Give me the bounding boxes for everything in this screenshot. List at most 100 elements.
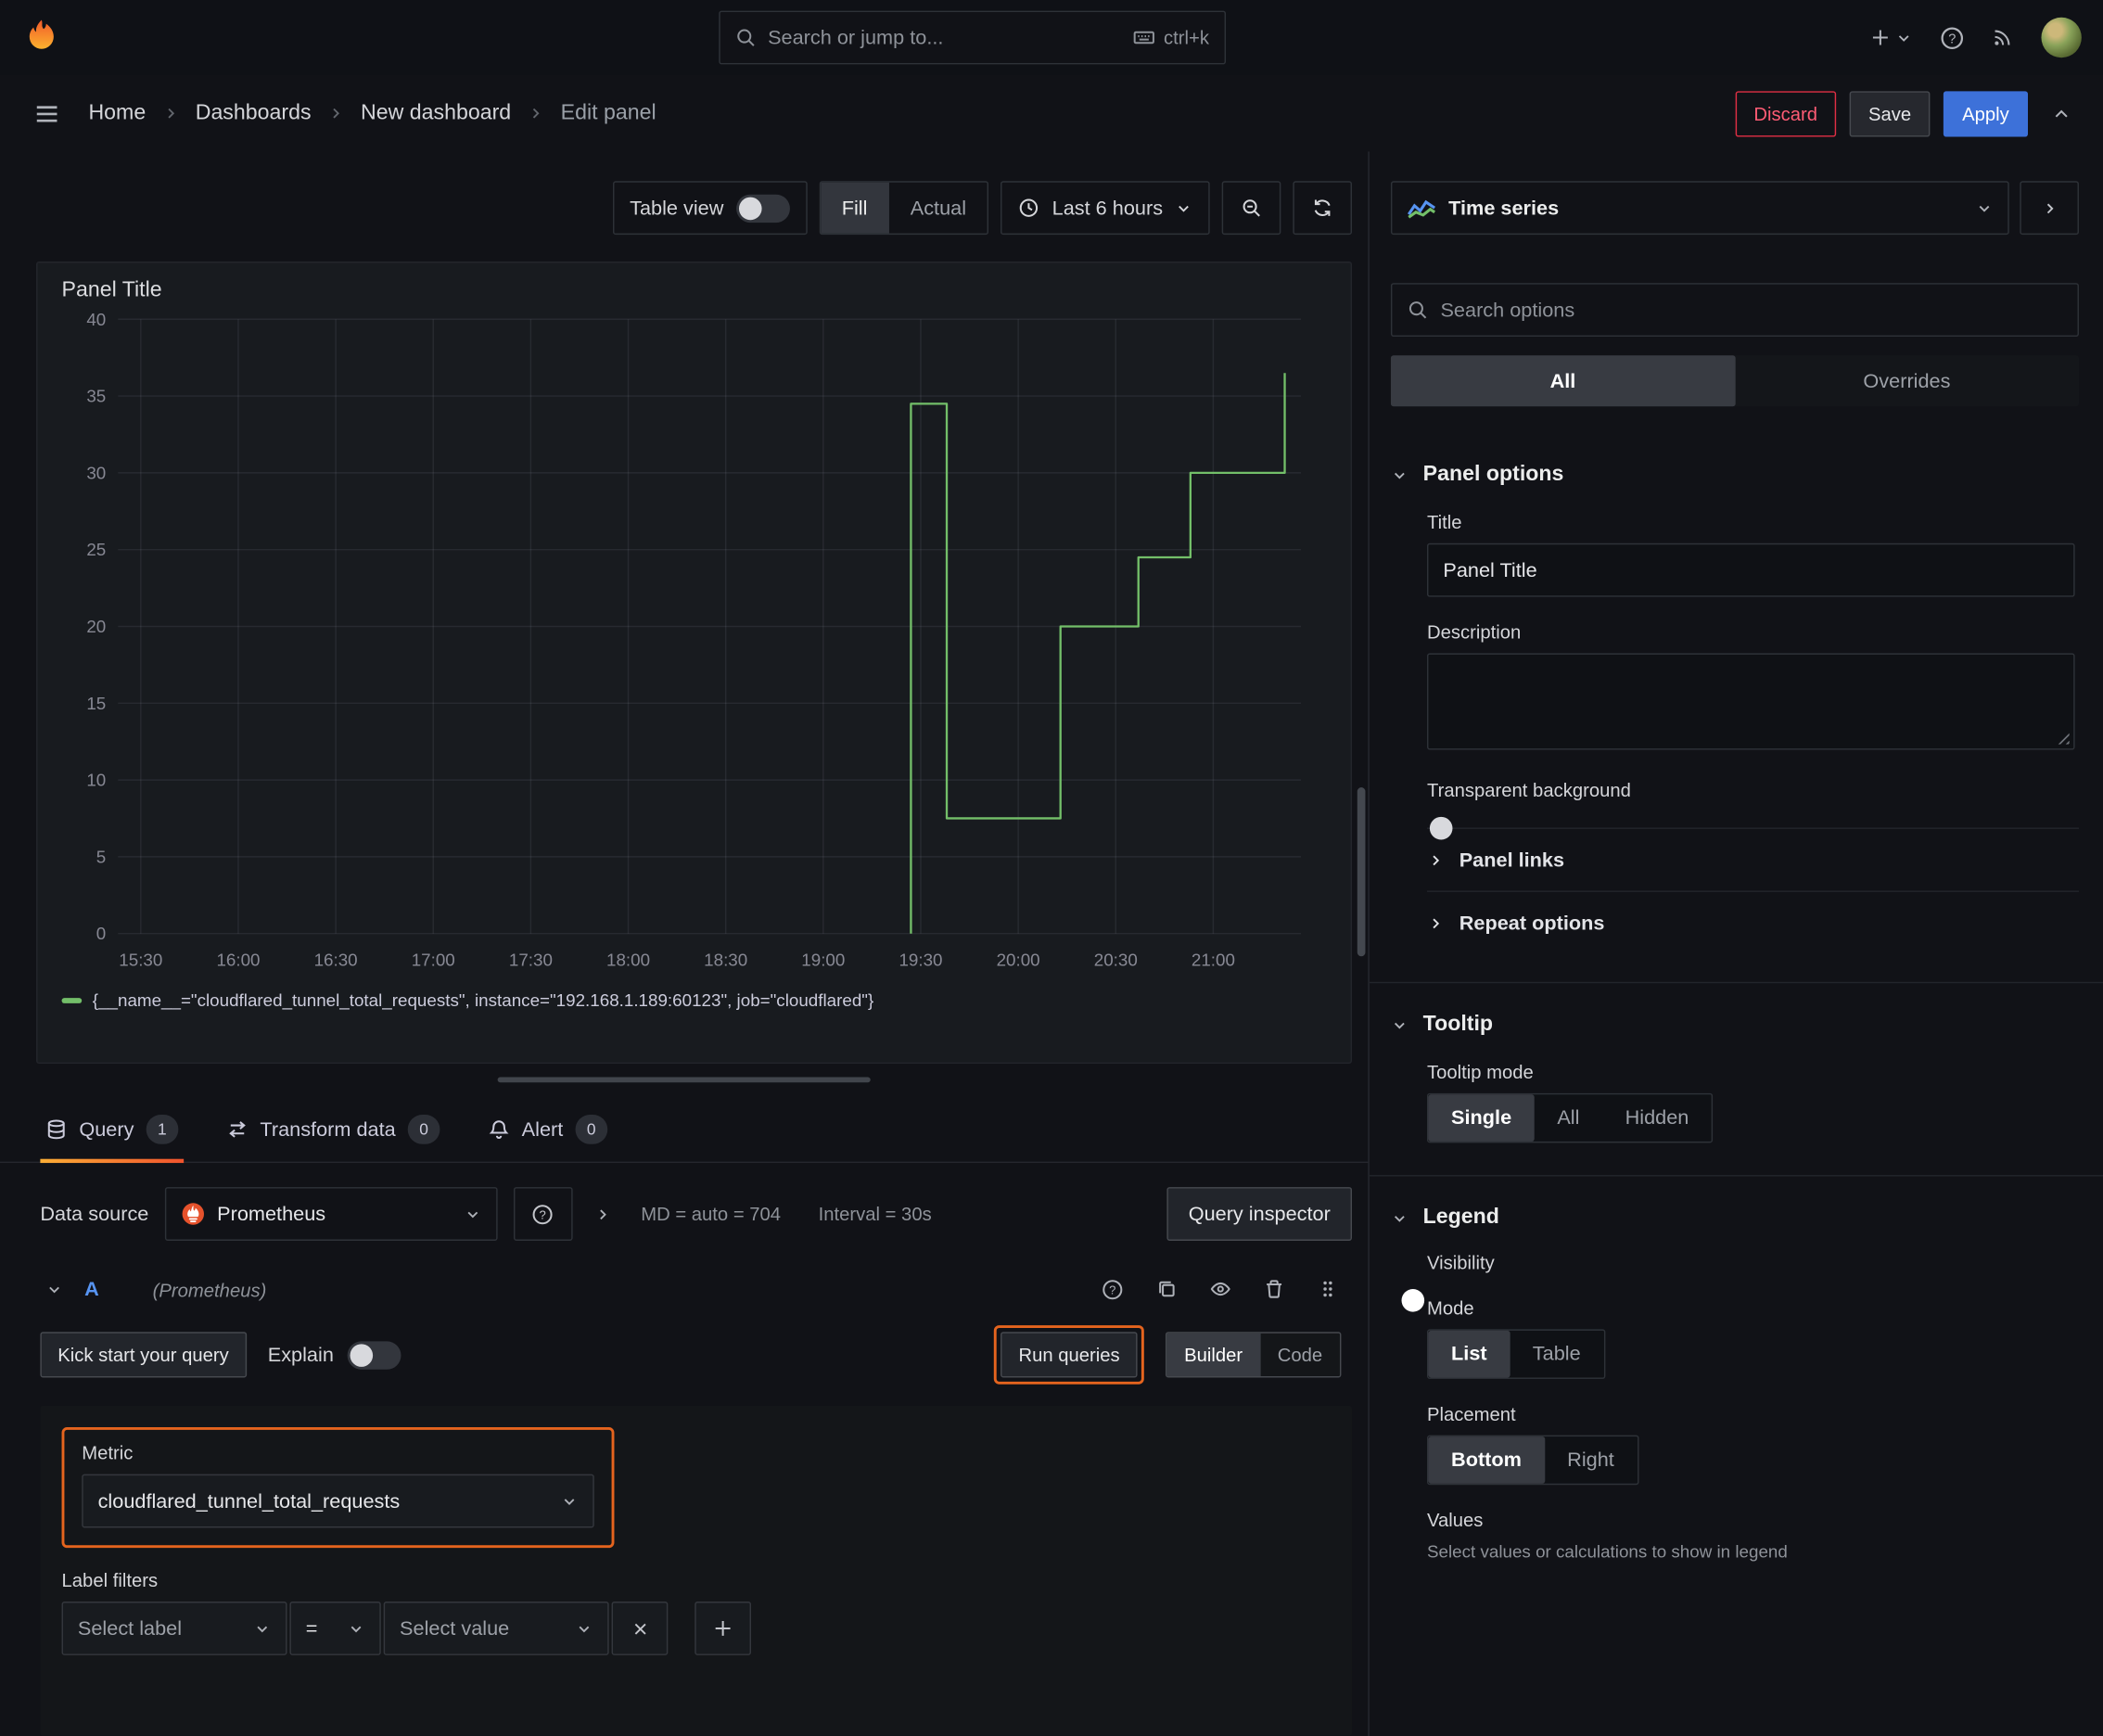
legend-placement-field: Placement Bottom Right — [1426, 1403, 2079, 1486]
chevron-right-icon — [1433, 918, 1440, 929]
question-circle-icon: ? — [533, 1204, 554, 1224]
chevron-down-icon — [1898, 34, 1909, 42]
tab-transform[interactable]: Transform data 0 — [221, 1099, 445, 1162]
actual-option[interactable]: Actual — [889, 183, 988, 234]
hide-query-button[interactable] — [1207, 1276, 1234, 1304]
query-ref-id[interactable]: A — [84, 1278, 99, 1301]
duplicate-query-button[interactable] — [1153, 1276, 1180, 1304]
pane-resize-handle[interactable] — [497, 1077, 871, 1083]
max-data-points-stat: MD = auto = 704 — [641, 1203, 782, 1225]
operator-value: = — [305, 1616, 318, 1640]
tab-alert[interactable]: Alert 0 — [483, 1099, 613, 1162]
section-legend[interactable]: Legend — [1391, 1206, 2079, 1230]
panel-links-section[interactable]: Panel links — [1426, 829, 2079, 892]
legend-mode-table[interactable]: Table — [1510, 1331, 1603, 1378]
query-options-expander[interactable] — [589, 1200, 617, 1228]
operator-select[interactable]: = — [289, 1602, 381, 1655]
legend-values-help: Select values or calculations to show in… — [1426, 1540, 1788, 1562]
options-tab-all[interactable]: All — [1390, 355, 1735, 407]
datasource-help-button[interactable]: ? — [513, 1187, 573, 1241]
menu-toggle-button[interactable] — [24, 91, 70, 136]
svg-text:17:00: 17:00 — [412, 950, 455, 969]
tooltip-mode-label: Tooltip mode — [1426, 1061, 1534, 1083]
fill-option[interactable]: Fill — [820, 182, 889, 234]
query-help-button[interactable]: ? — [1099, 1276, 1127, 1304]
repeat-options-label: Repeat options — [1459, 912, 1605, 936]
svg-text:16:00: 16:00 — [216, 950, 260, 969]
legend-placement-bottom[interactable]: Bottom — [1428, 1436, 1545, 1484]
tooltip-mode-hidden[interactable]: Hidden — [1602, 1094, 1712, 1142]
apply-button[interactable]: Apply — [1943, 90, 2028, 136]
zoom-out-button[interactable] — [1221, 181, 1281, 236]
grafana-logo[interactable] — [21, 18, 83, 57]
collapse-header-button[interactable] — [2041, 94, 2081, 134]
query-row-collapse-button[interactable] — [40, 1276, 68, 1304]
run-queries-button[interactable]: Run queries — [1001, 1332, 1138, 1378]
section-divider — [1369, 981, 2103, 984]
svg-text:0: 0 — [96, 924, 106, 943]
refresh-icon — [1314, 199, 1331, 216]
section-panel-options[interactable]: Panel options — [1391, 463, 2079, 487]
add-new-button[interactable] — [1860, 18, 1922, 57]
discard-button[interactable]: Discard — [1735, 90, 1837, 136]
breadcrumb-bar: Home Dashboards New dashboard Edit panel… — [0, 75, 2103, 151]
section-tooltip[interactable]: Tooltip — [1391, 1013, 2079, 1037]
visualization-picker[interactable]: Time series — [1390, 181, 2009, 236]
query-inspector-button[interactable]: Query inspector — [1166, 1187, 1352, 1241]
panel-links-label: Panel links — [1459, 848, 1565, 872]
breadcrumb-new-dashboard[interactable]: New dashboard — [361, 101, 511, 125]
breadcrumb-dashboards[interactable]: Dashboards — [196, 101, 312, 125]
panel-title-input[interactable] — [1426, 542, 2075, 597]
kick-start-button[interactable]: Kick start your query — [40, 1332, 247, 1378]
add-filter-button[interactable] — [695, 1602, 751, 1655]
user-avatar[interactable] — [2041, 17, 2082, 58]
refresh-button[interactable] — [1293, 181, 1352, 236]
chevron-down-icon — [576, 1620, 593, 1638]
options-search[interactable] — [1390, 283, 2079, 338]
builder-code-segmented: Builder Code — [1165, 1332, 1342, 1378]
breadcrumb-home[interactable]: Home — [88, 101, 146, 125]
table-view-toggle[interactable] — [735, 194, 790, 223]
time-series-chart[interactable]: 0 5 10 15 20 25 30 35 40 15:30 16:00 16:30 17:00 17:3… — [59, 309, 1315, 988]
panel-description-input[interactable] — [1426, 653, 2075, 750]
code-option[interactable]: Code — [1260, 1334, 1340, 1376]
transparent-bg-label: Transparent background — [1426, 779, 1631, 801]
options-search-input[interactable] — [1440, 298, 2063, 322]
run-queries-highlight: Run queries — [994, 1325, 1144, 1385]
drag-query-handle[interactable] — [1314, 1276, 1341, 1304]
legend-mode-list[interactable]: List — [1428, 1330, 1510, 1378]
tab-alert-count: 0 — [575, 1114, 608, 1144]
explain-toggle[interactable] — [347, 1340, 401, 1370]
section-panel-options-label: Panel options — [1422, 463, 1564, 486]
help-button[interactable]: ? — [1930, 16, 1974, 60]
tooltip-mode-all[interactable]: All — [1535, 1094, 1602, 1142]
options-tab-overrides[interactable]: Overrides — [1735, 355, 2079, 406]
svg-text:?: ? — [1948, 32, 1956, 46]
metric-select[interactable]: cloudflared_tunnel_total_requests — [82, 1474, 594, 1528]
collapse-options-button[interactable] — [2020, 181, 2079, 236]
builder-option[interactable]: Builder — [1166, 1333, 1260, 1377]
time-range-picker[interactable]: Last 6 hours — [1001, 181, 1210, 236]
visualization-row: Time series — [1390, 181, 2079, 236]
datasource-row: Data source Prometheus ? MD = auto = 704… — [40, 1187, 1352, 1241]
tooltip-mode-single[interactable]: Single — [1428, 1094, 1535, 1142]
tab-alert-label: Alert — [521, 1117, 564, 1142]
value-select[interactable]: Select value — [383, 1602, 609, 1655]
datasource-picker[interactable]: Prometheus — [164, 1187, 498, 1241]
query-row-header: A (Prometheus) ? — [40, 1276, 1352, 1304]
tab-query[interactable]: Query 1 — [40, 1099, 184, 1164]
keyboard-icon — [1133, 31, 1154, 45]
save-button[interactable]: Save — [1849, 90, 1931, 136]
news-button[interactable] — [1982, 18, 2022, 57]
legend-series-label[interactable]: {__name__="cloudflared_tunnel_total_requ… — [93, 989, 873, 1010]
delete-query-button[interactable] — [1261, 1276, 1288, 1304]
remove-filter-button[interactable] — [611, 1602, 669, 1655]
legend-placement-right[interactable]: Right — [1545, 1436, 1638, 1484]
search-bar[interactable]: ctrl+k — [718, 10, 1226, 65]
search-input[interactable] — [768, 26, 1121, 49]
label-select[interactable]: Select label — [61, 1602, 287, 1655]
description-field: Description — [1426, 621, 2079, 750]
transparent-bg-field: Transparent background — [1427, 779, 2079, 800]
main-scrollbar[interactable] — [1357, 787, 1366, 957]
repeat-options-section[interactable]: Repeat options — [1427, 892, 2079, 955]
